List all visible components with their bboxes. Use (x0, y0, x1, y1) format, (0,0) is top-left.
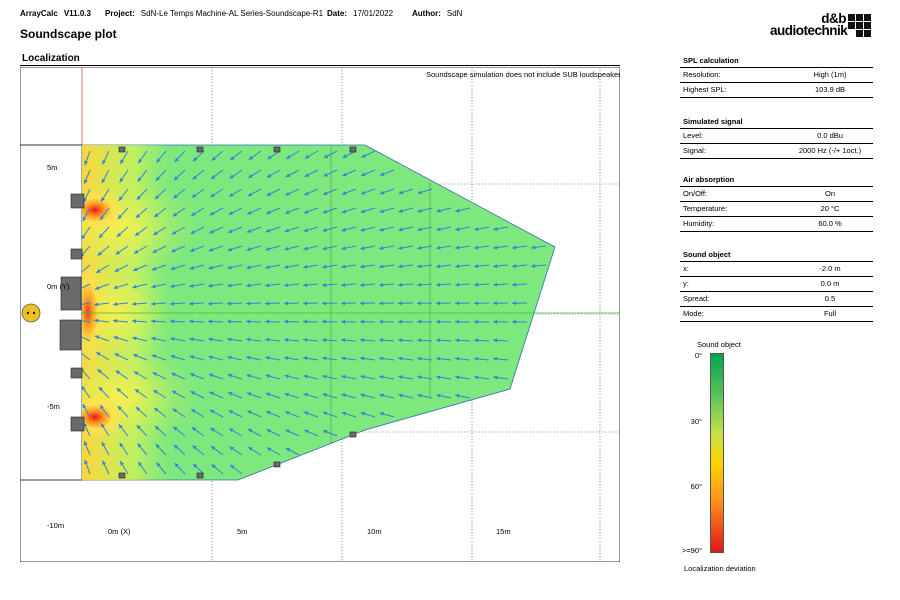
air-row-humidity: Humidity: 60.0 % (680, 217, 873, 232)
air-row-temperature: Temperature: 20 °C (680, 202, 873, 217)
x-label-0m: 0m (X) (108, 527, 131, 536)
spl-row-resolution: Resolution: High (1m) (680, 68, 873, 83)
author-label: Author: (412, 9, 441, 18)
y-label-minus5m: -5m (47, 402, 60, 411)
brand-logo: d&b audiotechnik (770, 12, 880, 46)
sound-object-panel: Sound object x: -2.0 m y: 0.0 m Spread: 0.5… (680, 249, 873, 322)
spl-panel: SPL calculation Resolution: High (1m) Hig… (680, 55, 873, 98)
brand-line-2: audiotechnik (770, 23, 848, 38)
y-label-0m: 0m (Y) (47, 282, 70, 291)
signal-row-level: Level: 0.0 dBu (680, 129, 873, 144)
loudspeaker-lower (70, 416, 85, 432)
author-value: SdN (446, 9, 463, 18)
spl-row-highest: Highest SPL: 103.9 dB (680, 83, 873, 98)
loudspeaker-upper (70, 193, 85, 209)
signal-row-signal: Signal: 2000 Hz (-/+ 1oct.) (680, 144, 873, 159)
sound-object-row-x: x: -2.0 m (680, 262, 873, 277)
legend-tick-60: 60° (690, 482, 702, 491)
app-name: ArrayCalc (20, 9, 58, 18)
loudspeaker-lower-mid (70, 367, 83, 379)
legend-tick-90: >=90° (681, 546, 702, 555)
signal-panel: Simulated signal Level: 0.0 dBu Signal: 20… (680, 116, 873, 159)
sound-object-row-spread: Spread: 0.5 (680, 292, 873, 307)
app-version-number: V11.0.3 (63, 9, 91, 18)
page-title: Soundscape plot (20, 27, 117, 41)
loudspeaker-upper-mid (70, 248, 83, 260)
loudspeaker-center-bottom (59, 319, 82, 351)
air-panel-title: Air absorption (680, 174, 873, 187)
author-info: Author: SdN (412, 9, 462, 18)
x-label-10m: 10m (367, 527, 382, 536)
sound-object-panel-title: Sound object (680, 249, 873, 262)
spl-panel-title: SPL calculation (680, 55, 873, 68)
x-label-5m: 5m (237, 527, 247, 536)
app-version: ArrayCalc V11.0.3 (20, 9, 97, 18)
project-value: SdN-Le Temps Machine-AL Series-Soundscap… (140, 9, 324, 18)
project-info: Project: SdN-Le Temps Machine-AL Series-S… (105, 9, 323, 18)
date-info: Date: 17/01/2022 (327, 9, 393, 18)
y-label-5m: 5m (47, 163, 57, 172)
air-row-onoff: On/Off: On (680, 187, 873, 202)
y-label-minus10m: -10m (47, 521, 64, 530)
legend-title: Sound object (697, 340, 741, 349)
date-label: Date: (327, 9, 348, 18)
brand-wordmark: d&b audiotechnik (770, 12, 848, 38)
sound-object-row-mode: Mode: Full (680, 307, 873, 322)
legend-footer: Localization deviation (684, 564, 756, 573)
legend-tick-30: 30° (690, 417, 702, 426)
sound-object-row-y: y: 0.0 m (680, 277, 873, 292)
legend-color-bar (710, 353, 724, 553)
sound-object-marker (21, 303, 41, 323)
legend-tick-0: 0° (694, 351, 702, 360)
section-divider (20, 65, 620, 66)
soundscape-plot: Soundscape simulation does not include S… (20, 67, 620, 562)
brand-grid-icon (848, 14, 872, 38)
date-value: 17/01/2022 (353, 9, 394, 18)
signal-panel-title: Simulated signal (680, 116, 873, 129)
section-title: Localization (22, 53, 80, 64)
project-label: Project: (105, 9, 135, 18)
simulation-note: Soundscape simulation does not include S… (426, 70, 620, 79)
x-label-15m: 15m (496, 527, 511, 536)
air-panel: Air absorption On/Off: On Temperature: 20 … (680, 174, 873, 232)
